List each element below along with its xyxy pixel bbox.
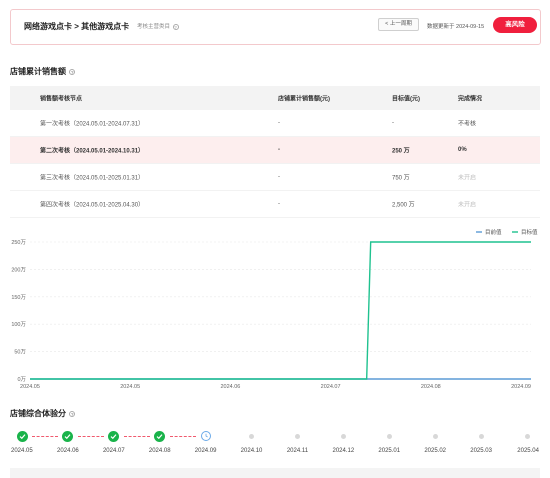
timeline-month-label: 2024.08 bbox=[148, 448, 171, 454]
timeline-month-label: 2024.09 bbox=[194, 448, 217, 454]
risk-level-button[interactable]: 高风险 bbox=[493, 17, 537, 33]
column-header: 店铺累计销售额(元) bbox=[278, 96, 330, 103]
status-cell: 0% bbox=[458, 147, 467, 153]
pending-dot-icon[interactable] bbox=[249, 434, 255, 439]
x-tick-label: 2024.07 bbox=[321, 384, 341, 390]
timeline-connector bbox=[123, 436, 150, 437]
x-tick-label: 2024.05 bbox=[20, 384, 40, 390]
sales-line-chart: 0万 50万 100万 150万 200万 250万 2024.05 2024.05 2024.… bbox=[11, 228, 538, 390]
table-row: 第一次考核（2024.05.01-2024.07.31） - - 不考核 bbox=[10, 110, 540, 137]
timeline-month-label: 2024.11 bbox=[286, 448, 309, 454]
y-tick-label: 100万 bbox=[11, 321, 26, 328]
node-cell: 第一次考核（2024.05.01-2024.07.31） bbox=[40, 121, 145, 128]
y-tick-label: 150万 bbox=[11, 294, 26, 301]
pending-dot-icon[interactable] bbox=[478, 434, 484, 439]
timeline-connector bbox=[77, 436, 104, 437]
table-header: 销售额考核节点 店铺累计销售额(元) 目标值(元) 完成情况 bbox=[10, 86, 540, 110]
timeline-month-label: 2024.07 bbox=[102, 448, 125, 454]
legend-label: 目标值 bbox=[521, 228, 538, 236]
column-header: 销售额考核节点 bbox=[40, 96, 83, 103]
node-cell: 第二次考核（2024.05.01-2024.10.31） bbox=[40, 148, 145, 155]
sales-cell: - bbox=[278, 201, 280, 207]
x-tick-label: 2024.09 bbox=[511, 384, 531, 390]
update-timestamp: 数据更新于 2024-09-15 bbox=[427, 24, 485, 30]
y-tick-label: 250万 bbox=[11, 239, 26, 246]
legend-label: 目前值 bbox=[485, 228, 502, 236]
status-cell: 不考核 bbox=[458, 121, 477, 128]
x-tick-label: 2024.08 bbox=[421, 384, 441, 390]
timeline-month-label: 2025.04 bbox=[517, 448, 539, 454]
info-icon[interactable]: ? bbox=[69, 410, 76, 417]
target-cell: - bbox=[392, 120, 394, 126]
category-title: 网络游戏点卡 > 其他游戏点卡 bbox=[24, 22, 130, 31]
timeline-month-label: 2025.02 bbox=[424, 448, 447, 454]
status-cell: 未开启 bbox=[458, 202, 477, 209]
target-cell: 750 万 bbox=[392, 175, 410, 182]
y-tick-label: 50万 bbox=[14, 349, 26, 356]
y-tick-label: 200万 bbox=[11, 266, 26, 273]
node-cell: 第四次考核（2024.05.01-2025.04.30） bbox=[40, 202, 145, 209]
info-icon[interactable]: ? bbox=[69, 68, 76, 75]
series-line bbox=[30, 241, 531, 380]
previous-period-button[interactable]: < 上一周期 bbox=[378, 18, 419, 31]
pending-dot-icon[interactable] bbox=[432, 434, 438, 439]
sales-cell: - bbox=[278, 147, 280, 153]
timeline-month-label: 2024.05 bbox=[11, 448, 33, 454]
y-tick-label: 0万 bbox=[17, 376, 26, 383]
bottom-panel bbox=[10, 468, 540, 478]
sales-cell: - bbox=[278, 120, 280, 126]
timeline-connector bbox=[32, 436, 58, 437]
timeline-connector bbox=[169, 436, 196, 437]
pending-dot-icon[interactable] bbox=[524, 434, 530, 439]
table-row: 第三次考核（2024.05.01-2025.01.31） - 750 万 未开启 bbox=[10, 164, 540, 191]
target-cell: 2,500 万 bbox=[392, 202, 415, 209]
timeline-month-label: 2024.06 bbox=[57, 448, 79, 454]
timeline-month-label: 2024.12 bbox=[332, 448, 355, 454]
check-icon[interactable] bbox=[16, 431, 28, 442]
pending-dot-icon[interactable] bbox=[386, 434, 392, 439]
sales-section-title-text: 店铺累计销售额 bbox=[10, 67, 66, 76]
check-icon[interactable] bbox=[154, 431, 166, 442]
clock-icon[interactable] bbox=[200, 431, 211, 441]
table-row: 第二次考核（2024.05.01-2024.10.31） - 250 万 0% bbox=[10, 137, 540, 164]
category-subtitle: 考核主营类目 ? bbox=[137, 22, 179, 30]
table-row: 第四次考核（2024.05.01-2025.04.30） - 2,500 万 未… bbox=[10, 191, 540, 218]
score-section-title: 店铺综合体验分 ? bbox=[10, 408, 76, 419]
category-header-card: 网络游戏点卡 > 其他游戏点卡 考核主营类目 ? < 上一周期 数据更新于 20… bbox=[10, 9, 541, 45]
column-header: 目标值(元) bbox=[392, 96, 420, 103]
sales-section-title: 店铺累计销售额 ? bbox=[10, 66, 76, 77]
check-icon[interactable] bbox=[62, 431, 74, 442]
timeline-month-label: 2025.01 bbox=[378, 448, 401, 454]
check-icon[interactable] bbox=[108, 431, 120, 442]
node-cell: 第三次考核（2024.05.01-2025.01.31） bbox=[40, 175, 145, 182]
sales-table: 销售额考核节点 店铺累计销售额(元) 目标值(元) 完成情况 第一次考核（202… bbox=[10, 86, 540, 218]
sales-cell: - bbox=[278, 174, 280, 180]
pending-dot-icon[interactable] bbox=[340, 434, 346, 439]
score-timeline: 2024.05 2024.06 2024.07 2024.08 2024.09 2024.… bbox=[0, 426, 550, 466]
score-section-title-text: 店铺综合体验分 bbox=[10, 409, 66, 418]
status-cell: 未开启 bbox=[458, 175, 477, 182]
info-icon[interactable]: ? bbox=[172, 23, 179, 30]
column-header: 完成情况 bbox=[458, 96, 483, 103]
timeline-month-label: 2024.10 bbox=[240, 448, 263, 454]
x-tick-label: 2024.06 bbox=[220, 384, 240, 390]
x-tick-label: 2024.05 bbox=[120, 384, 140, 390]
timeline-month-label: 2025.03 bbox=[470, 448, 492, 454]
pending-dot-icon[interactable] bbox=[294, 434, 300, 439]
target-cell: 250 万 bbox=[392, 148, 410, 155]
category-subtitle-text: 考核主营类目 bbox=[137, 24, 171, 30]
